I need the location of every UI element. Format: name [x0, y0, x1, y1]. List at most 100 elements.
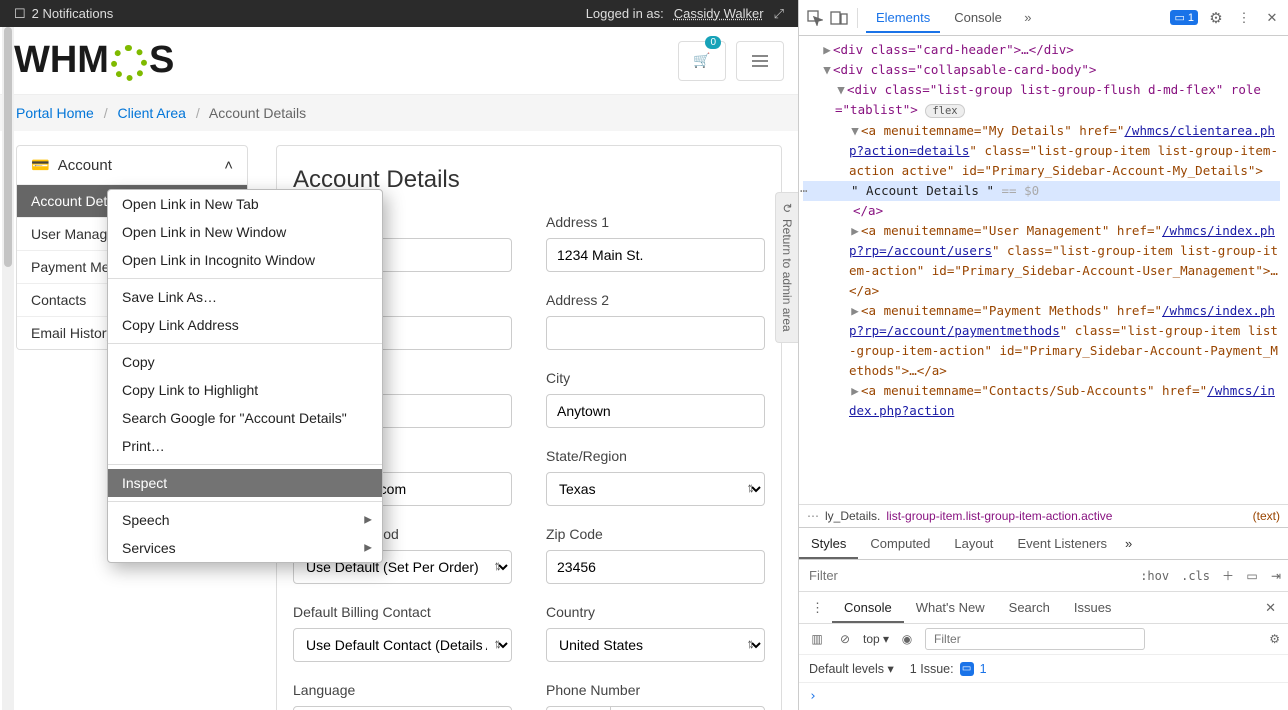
styles-filter-input[interactable]: [799, 560, 1134, 591]
address1-label: Address 1: [546, 214, 765, 230]
address1-input[interactable]: [546, 238, 765, 272]
ctx-open-new-window[interactable]: Open Link in New Window: [108, 218, 382, 246]
toggle-sidebar-icon[interactable]: ⇥: [1264, 569, 1288, 583]
ctx-inspect[interactable]: Inspect: [108, 469, 382, 497]
dom-breadcrumb[interactable]: ⋯ ly_Details.list-group-item.list-group-…: [799, 504, 1288, 527]
sidebar-header[interactable]: 💳 Account ˄: [17, 146, 247, 184]
ctx-print[interactable]: Print…: [108, 432, 382, 460]
kebab-icon[interactable]: ⋮: [1234, 8, 1254, 28]
country-select[interactable]: United States: [546, 628, 765, 662]
tab-console[interactable]: Console: [944, 2, 1012, 33]
admin-top-bar: ☐ 2 Notifications Logged in as: Cassidy …: [0, 0, 798, 27]
logged-in-user[interactable]: Cassidy Walker: [674, 6, 764, 21]
phone-label: Phone Number: [546, 682, 765, 698]
clear-console-icon[interactable]: ⊘: [835, 632, 855, 646]
billing-contact-label: Default Billing Contact: [293, 604, 512, 620]
more-styles-tabs-icon[interactable]: »: [1119, 528, 1138, 559]
device-toolbar-icon[interactable]: [829, 8, 849, 28]
address2-label: Address 2: [546, 292, 765, 308]
ctx-open-incognito[interactable]: Open Link in Incognito Window: [108, 246, 382, 274]
console-status-row: Default levels ▾ 1 Issue: ▭ 1: [799, 655, 1288, 683]
scrollbar[interactable]: [2, 27, 14, 710]
address2-input[interactable]: [546, 316, 765, 350]
live-expression-icon[interactable]: ◉: [897, 632, 917, 646]
dom-tree[interactable]: ▶<div class="card-header">…</div> ▼<div …: [799, 36, 1288, 504]
issue-badge-icon: ▭: [960, 662, 974, 676]
console-prompt[interactable]: ›: [799, 683, 1288, 710]
console-filter-input[interactable]: [925, 628, 1145, 650]
drawer-menu-icon[interactable]: ⋮: [803, 594, 832, 622]
ctx-copy-link-address[interactable]: Copy Link Address: [108, 311, 382, 339]
cart-icon: 🛒: [693, 52, 710, 69]
city-input[interactable]: [546, 394, 765, 428]
ctx-speech[interactable]: Speech: [108, 506, 382, 534]
return-to-admin[interactable]: ↻ Return to admin area: [775, 192, 798, 343]
drawer-tab-whatsnew[interactable]: What's New: [904, 592, 997, 623]
state-select[interactable]: Texas: [546, 472, 765, 506]
console-issues-link[interactable]: 1 Issue: ▭ 1: [910, 662, 987, 676]
phone-input[interactable]: [610, 706, 765, 710]
more-tabs-icon[interactable]: »: [1018, 8, 1038, 28]
devtools: Elements Console » ▭1 ⚙ ⋮ ✕ ▶<div class=…: [798, 0, 1288, 710]
language-select[interactable]: Default: [293, 706, 512, 710]
dom-selected-text[interactable]: ⋯" Account Details " == $0: [803, 181, 1280, 201]
drawer-tab-search[interactable]: Search: [997, 592, 1062, 623]
expand-icon[interactable]: ⤢: [774, 6, 784, 22]
tab-styles[interactable]: Styles: [799, 528, 858, 559]
city-label: City: [546, 370, 765, 386]
ctx-copy-link-highlight[interactable]: Copy Link to Highlight: [108, 376, 382, 404]
settings-icon[interactable]: ⚙: [1206, 8, 1226, 28]
scrollbar-thumb[interactable]: [4, 27, 12, 267]
drawer-tab-console[interactable]: Console: [832, 592, 904, 623]
logged-in-label: Logged in as:: [586, 6, 664, 21]
ctx-copy[interactable]: Copy: [108, 348, 382, 376]
notifications-text[interactable]: 2 Notifications: [32, 6, 114, 21]
account-card-icon: 💳: [31, 156, 50, 174]
notifications-icon[interactable]: ☐: [14, 6, 26, 22]
billing-contact-select[interactable]: Use Default Contact (Details Above): [293, 628, 512, 662]
drawer-close-icon[interactable]: ✕: [1257, 600, 1284, 616]
breadcrumb-portal[interactable]: Portal Home: [16, 105, 94, 121]
ctx-open-new-tab[interactable]: Open Link in New Tab: [108, 190, 382, 218]
issue-icon: ▭: [1174, 11, 1184, 24]
breadcrumb-client[interactable]: Client Area: [117, 105, 185, 121]
hov-toggle[interactable]: :hov: [1134, 569, 1175, 583]
cls-toggle[interactable]: .cls: [1175, 569, 1216, 583]
chevron-up-icon[interactable]: ˄: [224, 157, 233, 174]
return-icon: ↻: [780, 203, 794, 213]
drawer-tab-issues[interactable]: Issues: [1062, 592, 1124, 623]
breadcrumb-current: Account Details: [209, 105, 306, 121]
drawer-tabs: ⋮ Console What's New Search Issues ✕: [799, 592, 1288, 624]
breadcrumb: Portal Home / Client Area / Account Deta…: [0, 95, 798, 131]
log-levels-select[interactable]: Default levels ▾: [809, 661, 894, 676]
context-menu: Open Link in New Tab Open Link in New Wi…: [107, 189, 383, 563]
state-label: State/Region: [546, 448, 765, 464]
tab-event-listeners[interactable]: Event Listeners: [1005, 528, 1119, 559]
devtools-toolbar: Elements Console » ▭1 ⚙ ⋮ ✕: [799, 0, 1288, 36]
console-settings-icon[interactable]: ⚙: [1269, 632, 1280, 646]
zip-label: Zip Code: [546, 526, 765, 542]
ctx-services[interactable]: Services: [108, 534, 382, 562]
issues-badge[interactable]: ▭1: [1170, 10, 1198, 25]
cart-button[interactable]: 🛒 0: [678, 41, 726, 81]
device-styles-icon[interactable]: ▭: [1240, 569, 1264, 583]
tab-elements[interactable]: Elements: [866, 2, 940, 33]
cart-badge: 0: [705, 36, 721, 49]
console-sidebar-icon[interactable]: ▥: [807, 632, 827, 646]
inspect-element-icon[interactable]: [805, 8, 825, 28]
context-select[interactable]: top ▾: [863, 632, 889, 646]
close-devtools-icon[interactable]: ✕: [1262, 8, 1282, 28]
tab-layout[interactable]: Layout: [942, 528, 1005, 559]
whmcs-logo[interactable]: WHMS: [14, 39, 174, 82]
header: WHMS 🛒 0: [0, 27, 798, 95]
new-style-rule-icon[interactable]: ＋: [1216, 567, 1240, 584]
tab-computed[interactable]: Computed: [858, 528, 942, 559]
language-label: Language: [293, 682, 512, 698]
zip-input[interactable]: [546, 550, 765, 584]
ctx-save-link-as[interactable]: Save Link As…: [108, 283, 382, 311]
ctx-search-google[interactable]: Search Google for "Account Details": [108, 404, 382, 432]
phone-prefix[interactable]: +1▾: [546, 706, 610, 710]
country-label: Country: [546, 604, 765, 620]
menu-button[interactable]: [736, 41, 784, 81]
sidebar-title: Account: [58, 157, 112, 174]
